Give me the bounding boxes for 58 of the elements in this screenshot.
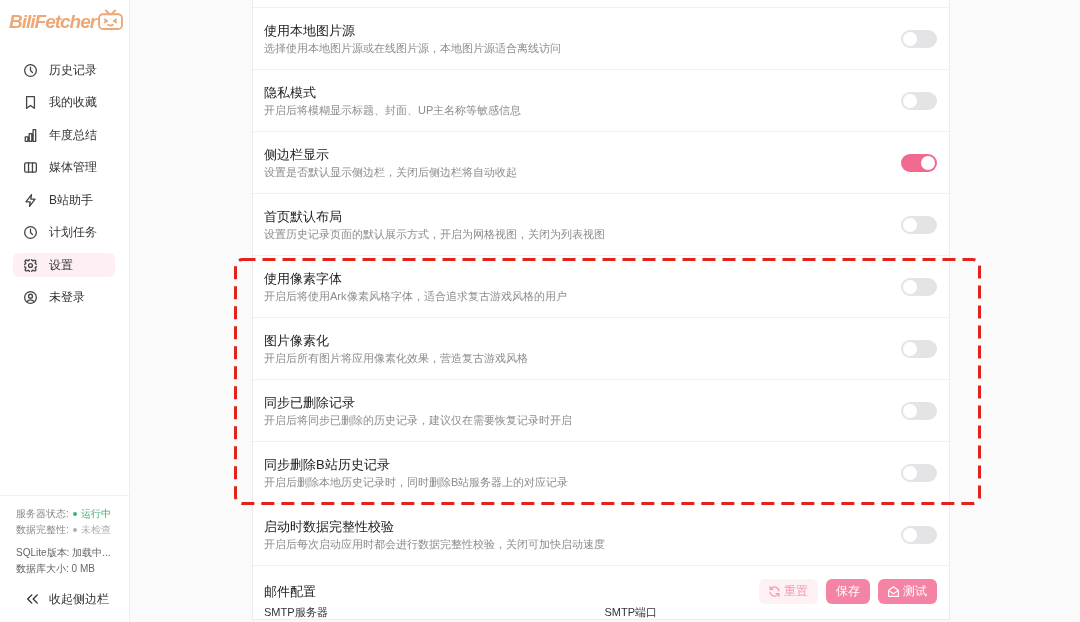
toggle-switch[interactable] — [901, 154, 937, 172]
setting-description: 选择使用本地图片源或在线图片源，本地图片源适合离线访问 — [264, 41, 562, 56]
info-text: SQLite版本: 加载中... — [16, 546, 112, 560]
setting-title: 同步删除B站历史记录 — [264, 456, 391, 474]
setting-title: 图片像素化 — [264, 332, 330, 350]
collapse-sidebar-button[interactable]: 收起侧边栏 — [16, 587, 109, 611]
toggle-switch[interactable] — [901, 464, 937, 482]
status-value: 运行中 — [80, 507, 111, 521]
bar-chart-icon — [24, 128, 37, 142]
toggle-switch[interactable] — [901, 30, 937, 48]
nav-item[interactable]: 设置 — [13, 253, 115, 277]
toggle-switch[interactable] — [901, 278, 937, 296]
setting-description: 开启后将模糊显示标题、封面、UP主名称等敏感信息 — [264, 103, 523, 118]
toggle-switch[interactable] — [901, 92, 937, 110]
setting-title: 使用本地图片源 — [264, 22, 356, 40]
refresh-icon — [769, 586, 780, 597]
setting-title: 使用像素字体 — [264, 270, 343, 288]
nav-item[interactable]: 年度总结 — [13, 123, 115, 147]
field-label: SMTP端口 — [604, 606, 659, 619]
setting-title: 隐私模式 — [264, 84, 317, 102]
nav-item[interactable]: B站助手 — [13, 188, 115, 212]
setting-description: 开启后每次启动应用时都会进行数据完整性校验，关闭可加快启动速度 — [264, 537, 606, 552]
setting-description: 开启后将使用Ark像素风格字体，适合追求复古游戏风格的用户 — [264, 289, 568, 304]
setting-title: 同步已删除记录 — [264, 394, 356, 412]
nav-item[interactable]: 我的收藏 — [13, 90, 115, 115]
setting-description: 开启后删除本地历史记录时，同时删除B站服务器上的对应记录 — [264, 475, 570, 490]
nav-item[interactable]: 媒体管理 — [13, 155, 115, 180]
status-label: 数据完整性: — [16, 523, 69, 537]
bookmark-icon — [24, 96, 37, 109]
toggle-switch[interactable] — [901, 526, 937, 544]
settings-icon — [24, 258, 37, 272]
nav-item[interactable]: 未登录 — [13, 285, 115, 310]
lightning-icon — [24, 193, 37, 207]
setting-description: 开启后将同步已删除的历史记录，建议仅在需要恢复记录时开启 — [264, 413, 573, 428]
user-icon — [24, 291, 37, 304]
app-logo-text: BiliFetcher — [9, 11, 97, 33]
setting-title: 侧边栏显示 — [264, 146, 330, 164]
info-text: 数据库大小: 0 MB — [16, 562, 96, 576]
setting-description: 设置历史记录页面的默认展示方式，开启为网格视图，关闭为列表视图 — [264, 227, 606, 242]
toggle-switch[interactable] — [901, 340, 937, 358]
envelope-icon — [888, 586, 899, 597]
nav-item[interactable]: 历史记录 — [13, 58, 115, 82]
status-value: 未检查 — [80, 523, 111, 537]
toggle-switch[interactable] — [901, 402, 937, 420]
setting-title: 首页默认布局 — [264, 208, 343, 226]
status-label: 服务器状态: — [16, 507, 69, 521]
columns-icon — [24, 161, 37, 174]
setting-title: 启动时数据完整性校验 — [264, 518, 395, 536]
clock-icon — [24, 226, 37, 239]
nav-item[interactable]: 计划任务 — [13, 220, 115, 245]
setting-description: 设置是否默认显示侧边栏，关闭后侧边栏将自动收起 — [264, 165, 518, 180]
tv-icon — [98, 8, 124, 30]
field-label: SMTP服务器 — [264, 606, 329, 619]
section-title: 邮件配置 — [264, 582, 316, 601]
setting-description: 开启后所有图片将应用像素化效果，营造复古游戏风格 — [264, 351, 529, 366]
clock-icon — [24, 63, 37, 77]
double-chevron-left-icon — [27, 594, 38, 604]
toggle-switch[interactable] — [901, 216, 937, 234]
